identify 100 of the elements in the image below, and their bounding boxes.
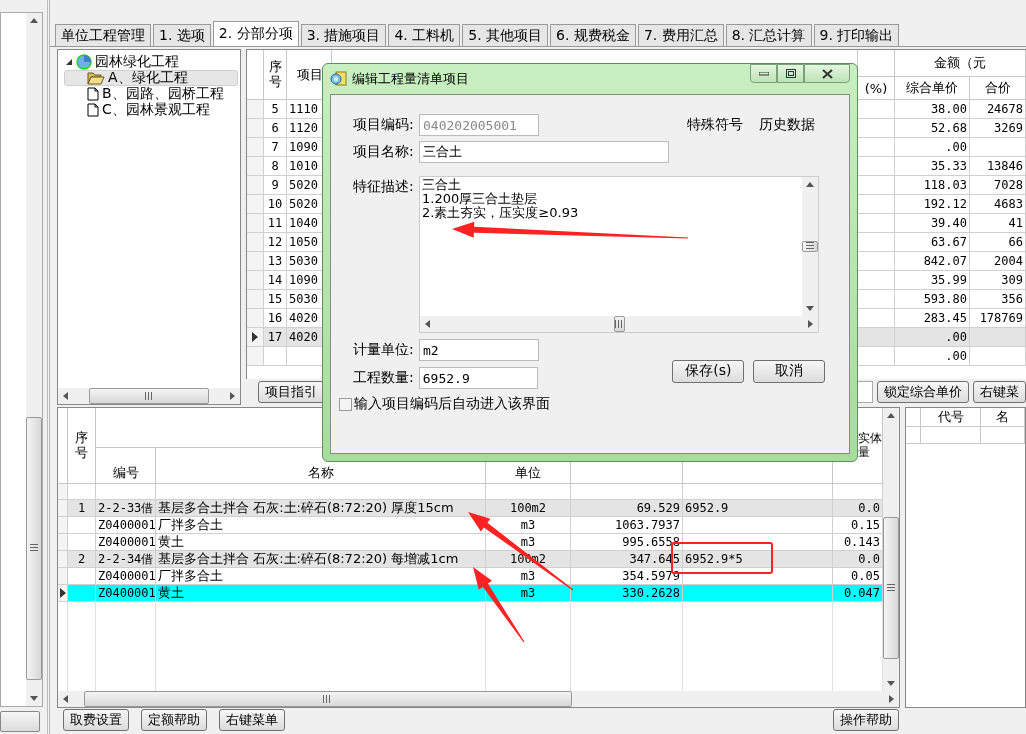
table-cell: 24678: [970, 100, 1026, 119]
table-cell: 6952.9*5: [683, 551, 833, 568]
table-cell: 39.40: [895, 214, 970, 233]
panel-button[interactable]: [0, 711, 40, 732]
guide-button[interactable]: 项目指引: [258, 381, 324, 403]
tab[interactable]: 5. 其他项目: [462, 24, 549, 46]
grip-icon: [144, 392, 154, 400]
scrollbar-thumb[interactable]: [802, 241, 818, 252]
table-cell: 35.33: [895, 157, 970, 176]
row-header[interactable]: [247, 328, 264, 347]
up-triangle-icon[interactable]: [29, 16, 39, 26]
column-header: 金额（元: [895, 50, 1026, 77]
quantity-field[interactable]: 6952.9: [418, 367, 539, 389]
maximize-button[interactable]: [777, 64, 804, 83]
vertical-scrollbar[interactable]: [802, 177, 818, 316]
scrollbar-thumb[interactable]: [613, 316, 625, 332]
unit-field[interactable]: m2: [419, 339, 539, 361]
down-triangle-icon[interactable]: [805, 303, 815, 313]
grip-icon: [887, 583, 895, 593]
row-pointer-icon: [59, 588, 66, 598]
tab[interactable]: 6. 规费税金: [550, 24, 636, 46]
down-triangle-icon[interactable]: [886, 678, 896, 688]
tree-item[interactable]: 园林绿化工程: [64, 54, 238, 70]
left-triangle-icon[interactable]: [61, 391, 71, 401]
row-pointer-icon: [252, 332, 258, 342]
tree-item[interactable]: C、园林景观工程: [64, 102, 238, 118]
table-cell: 118.03: [895, 176, 970, 195]
down-triangle-icon[interactable]: [29, 693, 39, 703]
table-cell: 5: [264, 100, 287, 119]
vertical-scrollbar[interactable]: [26, 13, 42, 706]
right-triangle-icon[interactable]: [227, 391, 237, 401]
symbol-link[interactable]: 特殊符号: [687, 116, 743, 134]
column-header: 序号: [264, 50, 287, 100]
column-header: 合价: [970, 77, 1026, 100]
footer-button[interactable]: 取费设置: [63, 709, 129, 731]
tab[interactable]: 4. 工料机: [388, 24, 461, 46]
description-field[interactable]: 三合土 1.200厚三合土垫层 2.素土夯实，压实度≥0.93: [419, 176, 819, 333]
vertical-scrollbar[interactable]: [883, 408, 899, 691]
tree-item[interactable]: A、绿化工程: [64, 70, 238, 86]
cancel-button[interactable]: 取消: [753, 359, 825, 383]
minimize-icon[interactable]: [758, 71, 769, 76]
footer-button[interactable]: 右键菜单: [219, 709, 285, 731]
help-button[interactable]: 操作帮助: [833, 709, 899, 731]
table-cell: 15: [264, 290, 287, 309]
table-cell: 2: [68, 551, 96, 568]
left-triangle-icon[interactable]: [423, 319, 433, 329]
scrollbar-thumb[interactable]: [883, 517, 899, 660]
footer-button[interactable]: 定额帮助: [141, 709, 207, 731]
right-triangle-icon[interactable]: [805, 319, 815, 329]
horizontal-scrollbar[interactable]: [58, 691, 899, 707]
history-link[interactable]: 历史数据: [759, 116, 815, 134]
table-row[interactable]: Z0400001 黄土 m3 330.2628 0.047: [58, 585, 883, 602]
scrollbar-thumb[interactable]: [26, 416, 42, 681]
table-row[interactable]: 1 2-2-33借 基层多合土拌合 石灰:土:碎石(8:72:20) 厚度15cm 100m2 69.529 6952.9 0.0: [58, 500, 883, 517]
tab[interactable]: 3. 措施项目: [300, 24, 387, 46]
tab[interactable]: 8. 汇总计算: [725, 24, 812, 46]
tab[interactable]: 2. 分部分项: [212, 21, 299, 46]
table-cell: 8: [264, 157, 287, 176]
table-cell: .00: [895, 347, 970, 366]
table-cell: 13846: [970, 157, 1026, 176]
tree-item[interactable]: B、园路、园桥工程: [64, 86, 238, 102]
tab[interactable]: 单位工程管理: [55, 24, 151, 46]
up-triangle-icon[interactable]: [886, 411, 896, 421]
table-cell: 4683: [970, 195, 1026, 214]
document-icon: [87, 103, 99, 117]
column-header: 综合单价: [895, 77, 970, 100]
table-cell: 842.07: [895, 252, 970, 271]
tab[interactable]: 7. 费用汇总: [637, 24, 724, 46]
table-cell: 330.2628: [571, 585, 683, 602]
table-cell: 69.529: [571, 500, 683, 517]
table-cell: 10: [264, 195, 287, 214]
save-button[interactable]: 保存(s): [672, 359, 745, 383]
table-cell: 2004: [970, 252, 1026, 271]
table-cell: 593.80: [895, 290, 970, 309]
close-icon[interactable]: [821, 68, 833, 79]
field-label: 特征描述:: [353, 178, 415, 196]
close-button[interactable]: [804, 64, 850, 83]
maximize-icon[interactable]: [785, 69, 796, 78]
row-header[interactable]: [58, 585, 68, 602]
table-cell: 14: [264, 271, 287, 290]
left-triangle-icon[interactable]: [61, 694, 71, 704]
name-field[interactable]: 三合土: [419, 141, 669, 163]
checkbox[interactable]: [339, 397, 352, 411]
table-row[interactable]: [906, 426, 1025, 444]
checkbox-label: 输入项目编码后自动进入该界面: [354, 395, 550, 413]
expand-icon[interactable]: [65, 58, 73, 66]
horizontal-scrollbar[interactable]: [58, 388, 240, 404]
scrollbar-thumb[interactable]: [83, 691, 572, 707]
horizontal-scrollbar[interactable]: [420, 316, 818, 332]
tab[interactable]: 1. 选项: [153, 24, 211, 46]
grip-icon: [30, 543, 38, 553]
column-header: 编号: [96, 448, 156, 484]
toolbar-button[interactable]: 右键菜: [973, 381, 1026, 403]
column-header: 名: [981, 408, 1025, 427]
right-triangle-icon[interactable]: [886, 694, 896, 704]
scrollbar-thumb[interactable]: [88, 388, 210, 404]
tab[interactable]: 9. 打印输出: [813, 24, 900, 46]
up-triangle-icon[interactable]: [805, 180, 815, 190]
table-cell: 6952.9: [683, 500, 833, 517]
toolbar-button[interactable]: 锁定综合单价: [877, 381, 969, 403]
